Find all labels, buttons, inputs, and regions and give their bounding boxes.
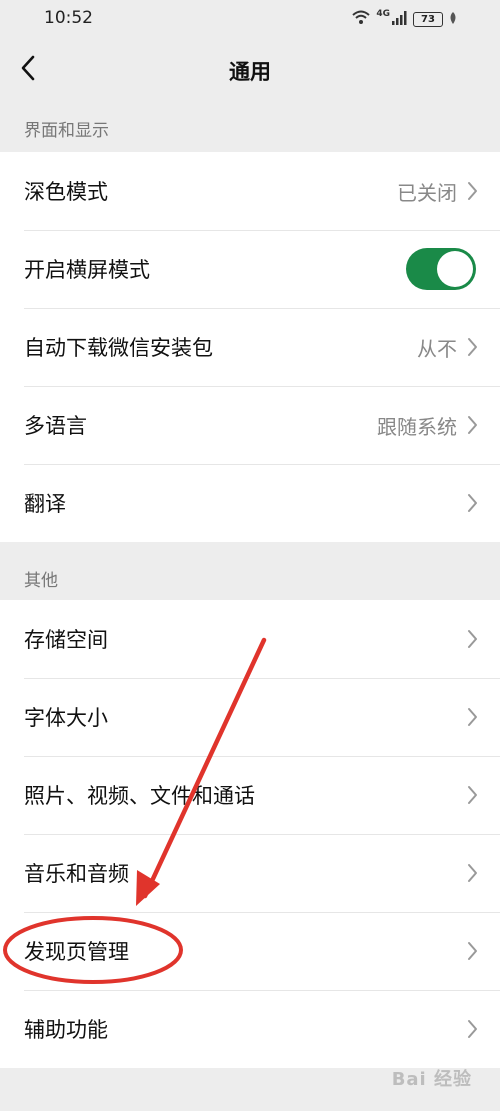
chevron-right-icon xyxy=(467,415,478,435)
section-label-other: 其他 xyxy=(24,571,58,591)
row-value: 已关闭 xyxy=(397,180,457,205)
row-label: 自动下载微信安装包 xyxy=(24,336,213,360)
landscape-toggle[interactable] xyxy=(406,248,476,290)
row-auto-download[interactable]: 自动下载微信安装包 从不 xyxy=(0,308,500,386)
wifi-icon xyxy=(351,9,371,29)
row-label: 辅助功能 xyxy=(24,1018,108,1042)
row-value: 跟随系统 xyxy=(377,414,457,439)
page-title: 通用 xyxy=(229,60,271,84)
row-value: 从不 xyxy=(417,336,457,361)
row-translate[interactable]: 翻译 xyxy=(0,464,500,542)
row-language[interactable]: 多语言 跟随系统 xyxy=(0,386,500,464)
section-label-display: 界面和显示 xyxy=(24,121,109,141)
row-discover-management[interactable]: 发现页管理 xyxy=(0,912,500,990)
row-font-size[interactable]: 字体大小 xyxy=(0,678,500,756)
battery-indicator: 73 xyxy=(413,11,443,27)
status-time: 10:52 xyxy=(44,8,93,28)
chevron-right-icon xyxy=(467,493,478,513)
network-type: 4G xyxy=(376,9,390,19)
chevron-right-icon xyxy=(467,785,478,805)
row-label: 字体大小 xyxy=(24,706,108,730)
status-icons: 4G 73 xyxy=(351,9,458,29)
chevron-right-icon xyxy=(467,337,478,357)
settings-group-display: 深色模式 已关闭 开启横屏模式 自动下载微信安装包 从不 多语言 跟随系统 翻译 xyxy=(0,152,500,542)
watermark-logo: Bai 经验 xyxy=(391,1069,472,1090)
row-label: 音乐和音频 xyxy=(24,862,129,886)
row-label: 存储空间 xyxy=(24,628,108,652)
row-label: 翻译 xyxy=(24,492,66,516)
row-label: 开启横屏模式 xyxy=(24,258,150,282)
row-label: 照片、视频、文件和通话 xyxy=(24,784,255,808)
row-music-audio[interactable]: 音乐和音频 xyxy=(0,834,500,912)
row-label: 多语言 xyxy=(24,414,87,438)
row-media-files-calls[interactable]: 照片、视频、文件和通话 xyxy=(0,756,500,834)
chevron-right-icon xyxy=(467,1019,478,1039)
row-dark-mode[interactable]: 深色模式 已关闭 xyxy=(0,152,500,230)
nav-bar: 通用 xyxy=(0,38,500,104)
row-storage[interactable]: 存储空间 xyxy=(0,600,500,678)
signal-icon xyxy=(392,10,408,29)
row-landscape-mode: 开启横屏模式 xyxy=(0,230,500,308)
row-label: 深色模式 xyxy=(24,180,108,204)
settings-group-other: 存储空间 字体大小 照片、视频、文件和通话 音乐和音频 发现页管理 辅助功能 xyxy=(0,600,500,1068)
toggle-knob xyxy=(437,251,473,287)
chevron-right-icon xyxy=(467,941,478,961)
chevron-right-icon xyxy=(467,629,478,649)
row-accessibility[interactable]: 辅助功能 xyxy=(0,990,500,1068)
chevron-right-icon xyxy=(467,863,478,883)
chevron-right-icon xyxy=(467,181,478,201)
status-bar: 10:52 4G 73 xyxy=(0,0,500,38)
charging-leaf-icon xyxy=(448,10,458,29)
row-label: 发现页管理 xyxy=(24,940,129,964)
chevron-right-icon xyxy=(467,707,478,727)
